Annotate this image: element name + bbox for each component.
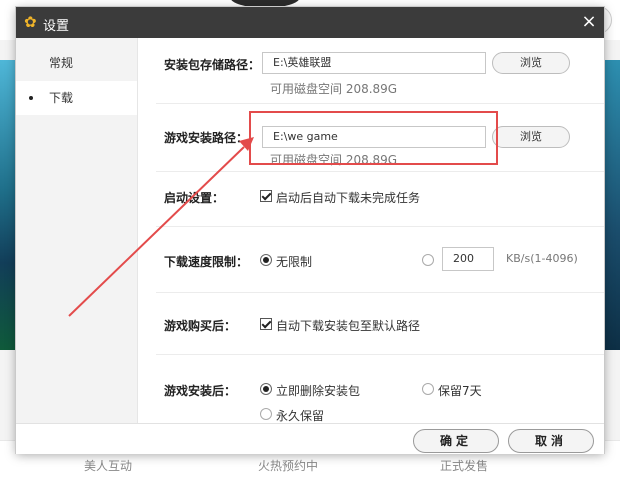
after-purchase-option-label: 自动下载安装包至默认路径	[276, 319, 421, 333]
gear-icon: ✿	[24, 13, 37, 31]
install-package-browse-button[interactable]: 浏览	[492, 52, 570, 74]
divider	[156, 103, 604, 104]
background-footer-item: 火热预约中	[258, 459, 319, 473]
close-button[interactable]: ×	[578, 11, 600, 33]
sidebar-item-general[interactable]: 常规	[16, 46, 137, 80]
keep-7-days-label: 保留7天	[438, 384, 482, 398]
after-purchase-checkbox[interactable]	[260, 318, 272, 330]
sidebar-item-label: 常规	[49, 56, 74, 70]
keep-7-days-radio[interactable]	[422, 383, 434, 395]
game-install-path-input[interactable]: E:\we game	[262, 126, 486, 148]
game-install-free-space: 可用磁盘空间 208.89G	[270, 153, 398, 167]
sidebar-item-label: 下载	[49, 91, 74, 105]
cancel-button[interactable]: 取消	[508, 429, 594, 453]
settings-sidebar: 常规 下载	[16, 38, 138, 423]
install-package-path-input[interactable]: E:\英雄联盟	[262, 52, 486, 74]
install-package-free-space: 可用磁盘空间 208.89G	[270, 82, 398, 96]
game-install-browse-button[interactable]: 浏览	[492, 126, 570, 148]
speed-limit-input[interactable]: 200	[442, 247, 494, 271]
background-footer-item: 美人互动	[84, 459, 133, 473]
delete-package-radio[interactable]	[260, 383, 272, 395]
background-banner-right	[604, 60, 620, 350]
after-install-label: 游戏安装后：	[164, 384, 237, 398]
divider	[156, 226, 604, 227]
settings-content: 安装包存储路径： E:\英雄联盟 浏览 可用磁盘空间 208.89G 游戏安装路…	[138, 38, 604, 423]
dialog-footer: 确定 取消	[16, 423, 604, 454]
speed-unlimited-label: 无限制	[276, 255, 313, 269]
settings-dialog: ✿ 设置 × 常规 下载 安装包存储路径： E:\英雄联盟 浏览 可用磁盘空间 …	[16, 7, 604, 454]
sidebar-item-download[interactable]: 下载	[16, 81, 137, 115]
active-indicator-dot	[29, 96, 33, 100]
dialog-titlebar: ✿ 设置 ×	[16, 7, 604, 38]
speed-unlimited-radio[interactable]	[260, 254, 272, 266]
divider	[156, 171, 604, 172]
delete-package-label: 立即删除安装包	[276, 384, 361, 398]
startup-settings-label: 启动设置：	[164, 191, 225, 205]
keep-forever-radio[interactable]	[260, 408, 272, 420]
keep-forever-label: 永久保留	[276, 409, 325, 423]
after-purchase-label: 游戏购买后：	[164, 319, 237, 333]
startup-autodownload-label: 启动后自动下载未完成任务	[276, 191, 421, 205]
divider	[156, 354, 604, 355]
dialog-title: 设置	[43, 19, 70, 34]
background-banner-left	[0, 60, 16, 350]
speed-limited-radio[interactable]	[422, 254, 434, 266]
game-install-path-label: 游戏安装路径：	[164, 131, 249, 145]
startup-autodownload-checkbox[interactable]	[260, 190, 272, 202]
confirm-button[interactable]: 确定	[413, 429, 499, 453]
background-footer-item: 正式发售	[440, 459, 489, 473]
divider	[156, 292, 604, 293]
speed-limit-label: 下载速度限制：	[164, 255, 249, 269]
install-package-path-label: 安装包存储路径：	[164, 58, 261, 72]
speed-limit-unit: KB/s(1-4096)	[506, 252, 578, 265]
